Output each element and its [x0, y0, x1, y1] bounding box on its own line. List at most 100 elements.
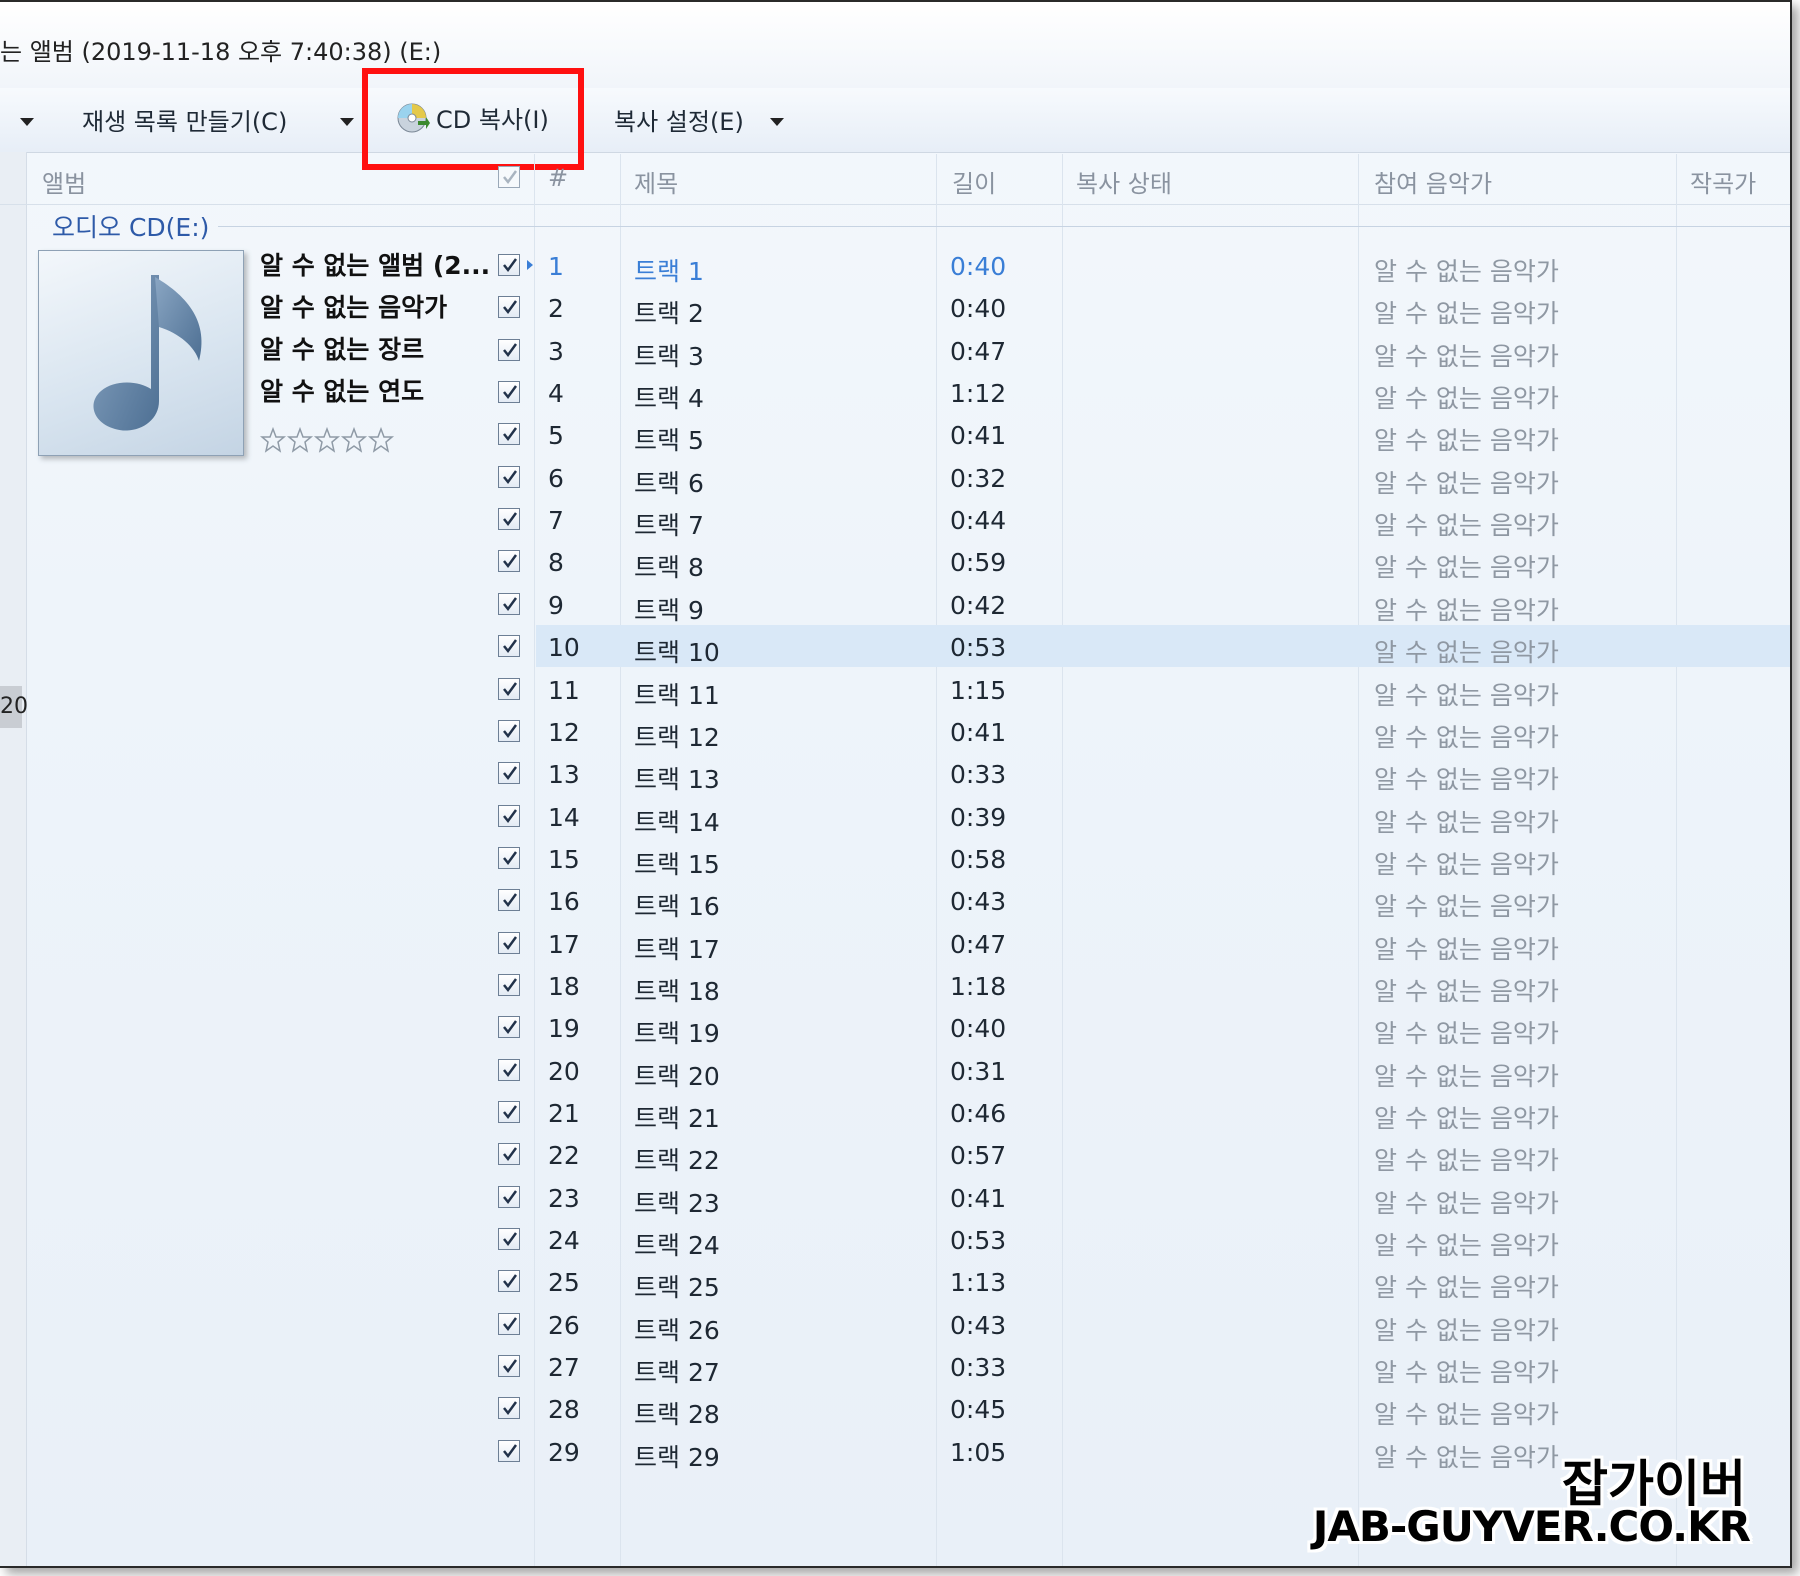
table-row[interactable]: 23 트랙 23 0:41 알 수 없는 음악가: [0, 1180, 1790, 1222]
table-row[interactable]: 1 트랙 1 0:40 알 수 없는 음악가: [0, 248, 1790, 290]
create-playlist-button[interactable]: 재생 목록 만들기(C): [82, 102, 287, 137]
track-artist: 알 수 없는 음악가: [1374, 850, 1559, 879]
track-checkbox[interactable]: [498, 1355, 520, 1377]
track-checkbox[interactable]: [498, 847, 520, 869]
track-length: 0:40: [950, 1014, 1007, 1043]
track-checkbox[interactable]: [498, 1270, 520, 1292]
toolbar: 재생 목록 만들기(C) CD 복사(I) 복사 설정(E): [0, 88, 1790, 153]
track-artist: 알 수 없는 음악가: [1374, 257, 1559, 286]
track-checkbox[interactable]: [498, 1228, 520, 1250]
track-checkbox[interactable]: [498, 550, 520, 572]
track-checkbox[interactable]: [498, 1016, 520, 1038]
check-icon: [503, 893, 518, 908]
header-number[interactable]: #: [548, 164, 568, 192]
header-rip-status[interactable]: 복사 상태: [1076, 164, 1172, 199]
track-number: 13: [548, 760, 580, 789]
track-number: 4: [548, 379, 564, 408]
track-checkbox[interactable]: [498, 593, 520, 615]
track-artist: 알 수 없는 음악가: [1374, 596, 1559, 625]
check-icon: [503, 512, 518, 527]
track-checkbox[interactable]: [498, 296, 520, 318]
group-header-audio-cd[interactable]: 오디오 CD(E:): [52, 208, 209, 244]
chevron-down-icon[interactable]: [20, 118, 34, 126]
track-length: 0:53: [950, 633, 1007, 662]
header-contributing-artist[interactable]: 참여 음악가: [1374, 164, 1492, 199]
track-checkbox[interactable]: [498, 720, 520, 742]
track-title: 트랙 15: [634, 850, 720, 879]
track-checkbox[interactable]: [498, 678, 520, 700]
check-icon: [503, 1020, 518, 1035]
table-row[interactable]: 9 트랙 9 0:42 알 수 없는 음악가: [0, 587, 1790, 629]
track-length: 1:12: [950, 379, 1007, 408]
check-icon: [503, 851, 518, 866]
track-number: 20: [548, 1057, 580, 1086]
track-title: 트랙 8: [634, 553, 704, 582]
header-album[interactable]: 앨범: [42, 164, 86, 199]
table-row[interactable]: 12 트랙 12 0:41 알 수 없는 음악가: [0, 714, 1790, 756]
track-length: 1:15: [950, 676, 1007, 705]
track-artist: 알 수 없는 음악가: [1374, 1231, 1559, 1260]
track-checkbox[interactable]: [498, 635, 520, 657]
table-row[interactable]: 27 트랙 27 0:33 알 수 없는 음악가: [0, 1349, 1790, 1391]
track-title: 트랙 10: [634, 638, 720, 667]
track-checkbox[interactable]: [498, 381, 520, 403]
chevron-down-icon[interactable]: [770, 118, 784, 126]
header-length[interactable]: 길이: [952, 164, 996, 199]
table-row[interactable]: 24 트랙 24 0:53 알 수 없는 음악가: [0, 1222, 1790, 1264]
table-row[interactable]: 14 트랙 14 0:39 알 수 없는 음악가: [0, 799, 1790, 841]
track-title: 트랙 25: [634, 1273, 720, 1302]
table-row[interactable]: 4 트랙 4 1:12 알 수 없는 음악가: [0, 375, 1790, 417]
track-checkbox[interactable]: [498, 1059, 520, 1081]
check-icon: [503, 1232, 518, 1247]
table-row[interactable]: 19 트랙 19 0:40 알 수 없는 음악가: [0, 1010, 1790, 1052]
table-row[interactable]: 10 트랙 10 0:53 알 수 없는 음악가: [0, 629, 1790, 671]
track-checkbox[interactable]: [498, 1440, 520, 1462]
table-row[interactable]: 13 트랙 13 0:33 알 수 없는 음악가: [0, 756, 1790, 798]
table-row[interactable]: 29 트랙 29 1:05 알 수 없는 음악가: [0, 1434, 1790, 1476]
track-checkbox[interactable]: [498, 1186, 520, 1208]
track-length: 1:13: [950, 1268, 1007, 1297]
table-row[interactable]: 8 트랙 8 0:59 알 수 없는 음악가: [0, 544, 1790, 586]
chevron-down-icon[interactable]: [340, 118, 354, 126]
table-row[interactable]: 6 트랙 6 0:32 알 수 없는 음악가: [0, 460, 1790, 502]
track-checkbox[interactable]: [498, 974, 520, 996]
track-artist: 알 수 없는 음악가: [1374, 1316, 1559, 1345]
table-row[interactable]: 2 트랙 2 0:40 알 수 없는 음악가: [0, 290, 1790, 332]
table-row[interactable]: 22 트랙 22 0:57 알 수 없는 음악가: [0, 1137, 1790, 1179]
track-checkbox[interactable]: [498, 1101, 520, 1123]
table-row[interactable]: 15 트랙 15 0:58 알 수 없는 음악가: [0, 841, 1790, 883]
track-checkbox[interactable]: [498, 423, 520, 445]
header-composer[interactable]: 작곡가: [1690, 164, 1756, 199]
rip-settings-button[interactable]: 복사 설정(E): [614, 102, 744, 137]
table-row[interactable]: 5 트랙 5 0:41 알 수 없는 음악가: [0, 417, 1790, 459]
table-row[interactable]: 26 트랙 26 0:43 알 수 없는 음악가: [0, 1307, 1790, 1349]
track-checkbox[interactable]: [498, 254, 520, 276]
track-checkbox[interactable]: [498, 805, 520, 827]
track-checkbox[interactable]: [498, 508, 520, 530]
track-checkbox[interactable]: [498, 1143, 520, 1165]
track-checkbox[interactable]: [498, 1397, 520, 1419]
track-title: 트랙 11: [634, 681, 720, 710]
track-number: 27: [548, 1353, 580, 1382]
table-row[interactable]: 3 트랙 3 0:47 알 수 없는 음악가: [0, 333, 1790, 375]
table-row[interactable]: 20 트랙 20 0:31 알 수 없는 음악가: [0, 1053, 1790, 1095]
track-checkbox[interactable]: [498, 932, 520, 954]
track-checkbox[interactable]: [498, 1313, 520, 1335]
track-checkbox[interactable]: [498, 889, 520, 911]
track-title: 트랙 27: [634, 1358, 720, 1387]
table-row[interactable]: 28 트랙 28 0:45 알 수 없는 음악가: [0, 1391, 1790, 1433]
track-checkbox[interactable]: [498, 466, 520, 488]
header-select-all-checkbox[interactable]: [498, 166, 520, 188]
table-row[interactable]: 16 트랙 16 0:43 알 수 없는 음악가: [0, 883, 1790, 925]
table-row[interactable]: 21 트랙 21 0:46 알 수 없는 음악가: [0, 1095, 1790, 1137]
table-row[interactable]: 7 트랙 7 0:44 알 수 없는 음악가: [0, 502, 1790, 544]
table-row[interactable]: 11 트랙 11 1:15 알 수 없는 음악가: [0, 672, 1790, 714]
track-checkbox[interactable]: [498, 339, 520, 361]
check-icon: [503, 766, 518, 781]
track-artist: 알 수 없는 음악가: [1374, 808, 1559, 837]
table-row[interactable]: 17 트랙 17 0:47 알 수 없는 음악가: [0, 926, 1790, 968]
table-row[interactable]: 18 트랙 18 1:18 알 수 없는 음악가: [0, 968, 1790, 1010]
table-row[interactable]: 25 트랙 25 1:13 알 수 없는 음악가: [0, 1264, 1790, 1306]
track-checkbox[interactable]: [498, 762, 520, 784]
header-title[interactable]: 제목: [634, 164, 678, 199]
